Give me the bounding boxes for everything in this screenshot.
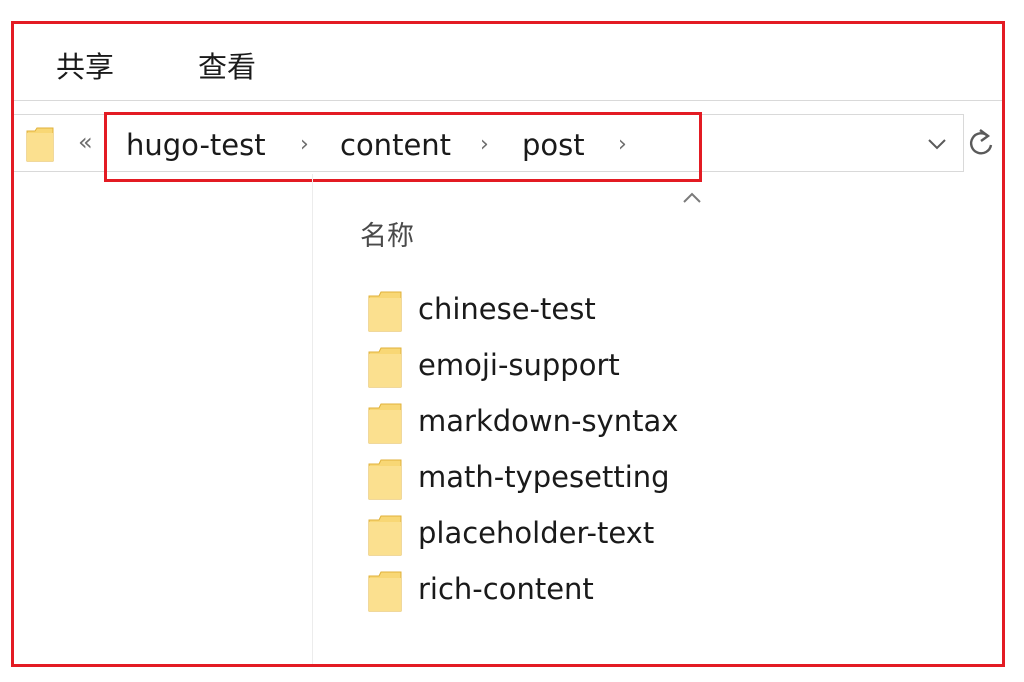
explorer-window: 共享 查看 « hugo-test › content › post › 名称 … (11, 21, 1005, 667)
file-name: placeholder-text (418, 516, 655, 550)
file-list: chinese-test emoji-support markdown-synt… (368, 286, 728, 622)
breadcrumb-hugo-test[interactable]: hugo-test (126, 128, 266, 162)
ribbon: 共享 查看 (14, 24, 1002, 100)
folder-icon (368, 403, 402, 444)
breadcrumb-content[interactable]: content (340, 128, 451, 162)
address-bar[interactable]: « hugo-test › content › post › (14, 112, 964, 182)
tab-view[interactable]: 查看 (198, 44, 256, 86)
file-name: emoji-support (418, 348, 620, 382)
list-item[interactable]: placeholder-text (368, 510, 728, 566)
breadcrumb-post[interactable]: post (522, 128, 585, 162)
folder-icon (368, 515, 402, 556)
list-item[interactable]: markdown-syntax (368, 398, 728, 454)
list-item[interactable]: rich-content (368, 566, 728, 622)
chevron-right-icon[interactable]: › (618, 132, 627, 157)
file-name: rich-content (418, 572, 594, 606)
folder-icon (368, 459, 402, 500)
sort-ascending-icon[interactable] (682, 192, 702, 204)
tab-share[interactable]: 共享 (56, 44, 114, 86)
chevron-right-icon[interactable]: › (300, 132, 309, 157)
file-name: math-typesetting (418, 460, 670, 494)
column-header-name[interactable]: 名称 (360, 214, 414, 253)
chevron-down-icon[interactable] (926, 133, 948, 155)
folder-icon (368, 571, 402, 612)
breadcrumb-overflow-icon[interactable]: « (78, 128, 93, 156)
list-item[interactable]: emoji-support (368, 342, 728, 398)
folder-icon (368, 291, 402, 332)
folder-icon (26, 127, 54, 162)
list-item[interactable]: chinese-test (368, 286, 728, 342)
refresh-icon[interactable] (966, 126, 996, 160)
navigation-pane (14, 174, 313, 664)
address-row: « hugo-test › content › post › (14, 112, 1002, 182)
chevron-right-icon[interactable]: › (480, 132, 489, 157)
folder-icon (368, 347, 402, 388)
list-item[interactable]: math-typesetting (368, 454, 728, 510)
file-name: markdown-syntax (418, 404, 679, 438)
file-name: chinese-test (418, 292, 596, 326)
ribbon-divider (14, 100, 1002, 101)
